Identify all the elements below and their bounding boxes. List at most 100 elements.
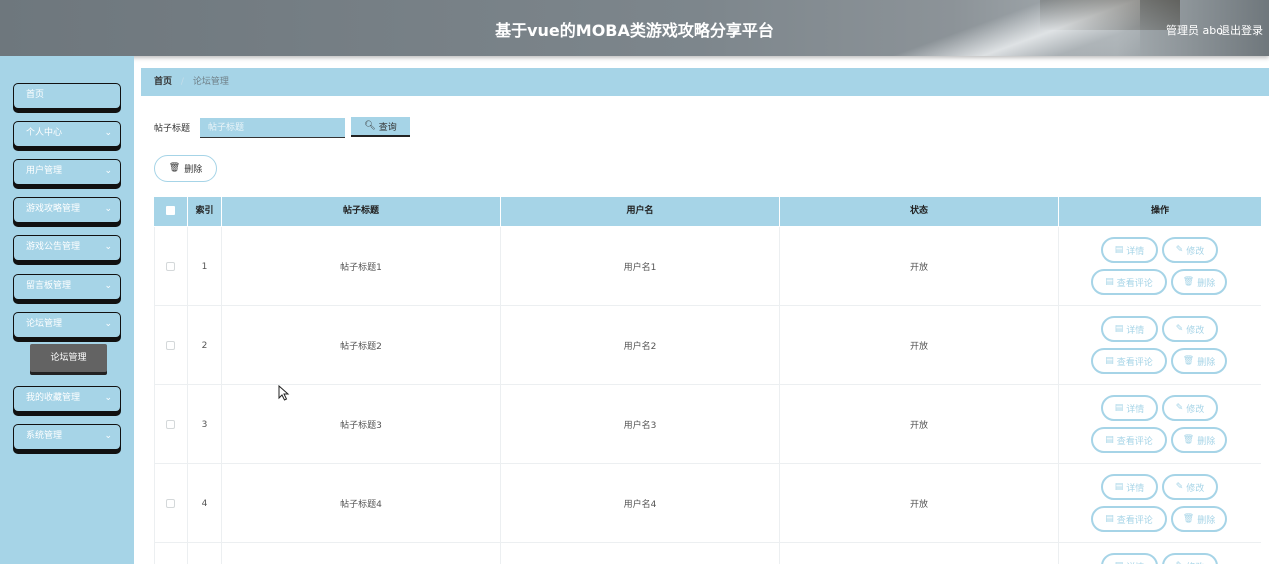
delete-button[interactable]: 🗑︎ 删除	[1171, 506, 1227, 532]
submenu-item-forum-management[interactable]: 论坛管理	[30, 344, 107, 372]
top-header: 基于vue的MOBA类游戏攻略分享平台 管理员 abo 退出登录	[0, 0, 1269, 56]
document-icon: ▤	[1105, 276, 1114, 287]
table-row: ▤详情 ✎修改	[154, 543, 1261, 564]
chevron-down-icon: ⌄	[104, 242, 112, 252]
detail-label: 详情	[1126, 483, 1145, 494]
sidebar-item-system-management[interactable]: 系统管理 ⌄	[13, 424, 121, 450]
select-all-header	[154, 197, 188, 226]
edit-button[interactable]: ✎修改	[1162, 474, 1218, 500]
edit-button[interactable]: ✎修改	[1162, 237, 1218, 263]
chevron-down-icon: ⌄	[104, 431, 112, 441]
sidebar-item-forum-management[interactable]: 论坛管理 ⌄	[13, 312, 121, 338]
row-checkbox[interactable]	[166, 420, 175, 429]
delete-label: 删除	[1197, 436, 1216, 447]
select-all-checkbox[interactable]	[166, 206, 175, 215]
edit-button[interactable]: ✎修改	[1162, 553, 1218, 564]
detail-label: 详情	[1126, 404, 1145, 415]
row-checkbox[interactable]	[166, 499, 175, 508]
edit-icon: ✎	[1175, 244, 1184, 255]
chevron-down-icon: ⌄	[104, 166, 112, 176]
sidebar-item-message-board[interactable]: 留言板管理 ⌄	[13, 274, 121, 300]
column-header-status: 状态	[780, 197, 1059, 226]
detail-label: 详情	[1126, 246, 1145, 257]
cell-index: 1	[188, 227, 222, 306]
cell-index: 3	[188, 385, 222, 464]
edit-label: 修改	[1186, 483, 1205, 494]
row-actions: ▤详情 ✎修改	[1060, 543, 1261, 564]
row-checkbox[interactable]	[166, 262, 175, 271]
view-comments-label: 查看评论	[1116, 278, 1153, 289]
cell-title: 帖子标题1	[222, 227, 501, 306]
chevron-down-icon: ⌄	[104, 128, 112, 138]
sidebar-item-label: 游戏公告管理	[26, 242, 81, 252]
table-row: 2 帖子标题2 用户名2 开放 ▤ 详情 ✎ 修改 ▤ 查看评论 🗑︎ 删除	[154, 306, 1261, 385]
query-button[interactable]: 🔍︎ 查询	[351, 117, 410, 137]
cell-username: 用户名4	[501, 464, 780, 543]
edit-label: 修改	[1186, 404, 1205, 415]
document-icon: ▤	[1114, 323, 1124, 334]
query-button-label: 查询	[378, 122, 397, 133]
sidebar-item-label: 首页	[26, 90, 45, 100]
delete-button[interactable]: 🗑︎ 删除	[1171, 269, 1227, 295]
cell-status: 开放	[780, 227, 1059, 306]
edit-label: 修改	[1186, 560, 1204, 564]
sidebar-item-my-favorites[interactable]: 我的收藏管理 ⌄	[13, 386, 121, 412]
chevron-down-icon: ⌄	[104, 204, 112, 214]
breadcrumb: 首页 / 论坛管理	[141, 68, 1269, 96]
search-label: 帖子标题	[154, 124, 191, 134]
detail-button[interactable]: ▤详情	[1101, 395, 1158, 421]
document-icon: ▤	[1105, 513, 1114, 524]
sidebar-item-label: 用户管理	[26, 166, 63, 176]
delete-button[interactable]: 🗑︎ 删除	[1171, 348, 1227, 374]
logout-link[interactable]: 退出登录	[1219, 22, 1263, 38]
table-row: 1 帖子标题1 用户名1 开放 ▤ 详情 ✎ 修改 ▤ 查看评论 🗑︎ 删除	[154, 227, 1261, 306]
trash-icon: 🗑︎	[1182, 513, 1195, 524]
view-comments-button[interactable]: ▤ 查看评论	[1091, 427, 1167, 453]
sidebar-item-home[interactable]: 首页	[13, 83, 121, 109]
cell-username: 用户名2	[501, 306, 780, 385]
row-checkbox-cell	[154, 306, 188, 385]
view-comments-button[interactable]: ▤ 查看评论	[1091, 506, 1167, 532]
delete-button[interactable]: 🗑︎ 删除	[1171, 427, 1227, 453]
document-icon: ▤	[1114, 244, 1124, 255]
edit-button[interactable]: ✎修改	[1162, 316, 1218, 342]
sidebar-item-label: 系统管理	[26, 431, 63, 441]
cell-title: 帖子标题2	[222, 306, 501, 385]
breadcrumb-home[interactable]: 首页	[154, 77, 172, 87]
sidebar-item-label: 个人中心	[26, 128, 63, 138]
detail-button[interactable]: ▤详情	[1101, 316, 1158, 342]
edit-button[interactable]: ✎修改	[1162, 395, 1218, 421]
detail-label: 详情	[1126, 560, 1144, 564]
chevron-up-icon: ⌄	[104, 319, 112, 329]
view-comments-label: 查看评论	[1116, 515, 1153, 526]
detail-button[interactable]: ▤详情	[1101, 237, 1158, 263]
cell-title: 帖子标题4	[222, 464, 501, 543]
cell-status: 开放	[780, 385, 1059, 464]
view-comments-button[interactable]: ▤ 查看评论	[1091, 348, 1167, 374]
row-checkbox-cell	[154, 464, 188, 543]
sidebar-item-personal-center[interactable]: 个人中心 ⌄	[13, 121, 121, 147]
sidebar-item-game-announcements[interactable]: 游戏公告管理 ⌄	[13, 235, 121, 261]
detail-button[interactable]: ▤详情	[1101, 553, 1158, 564]
search-input[interactable]	[200, 118, 345, 138]
column-header-username: 用户名	[501, 197, 780, 226]
row-actions: ▤ 详情 ✎ 修改 ▤ 查看评论 🗑︎ 删除	[1060, 464, 1261, 543]
delete-label: 删除	[1197, 278, 1216, 289]
sidebar-item-game-guides[interactable]: 游戏攻略管理 ⌄	[13, 197, 121, 223]
sidebar-item-user-management[interactable]: 用户管理 ⌄	[13, 159, 121, 185]
bulk-delete-button[interactable]: 🗑︎ 删除	[154, 155, 217, 182]
trash-icon: 🗑︎	[1182, 276, 1195, 287]
trash-icon: 🗑︎	[168, 163, 181, 173]
cell-status: 开放	[780, 464, 1059, 543]
sidebar-item-label: 留言板管理	[26, 281, 72, 291]
edit-icon: ✎	[1175, 402, 1184, 413]
view-comments-button[interactable]: ▤ 查看评论	[1091, 269, 1167, 295]
row-checkbox-cell	[154, 385, 188, 464]
detail-button[interactable]: ▤详情	[1101, 474, 1158, 500]
search-icon: 🔍︎	[364, 120, 376, 131]
current-user: 管理员 abo	[1166, 24, 1223, 37]
view-comments-label: 查看评论	[1116, 357, 1153, 368]
row-checkbox[interactable]	[166, 341, 175, 350]
breadcrumb-separator: /	[180, 77, 184, 87]
delete-label: 删除	[1197, 357, 1216, 368]
